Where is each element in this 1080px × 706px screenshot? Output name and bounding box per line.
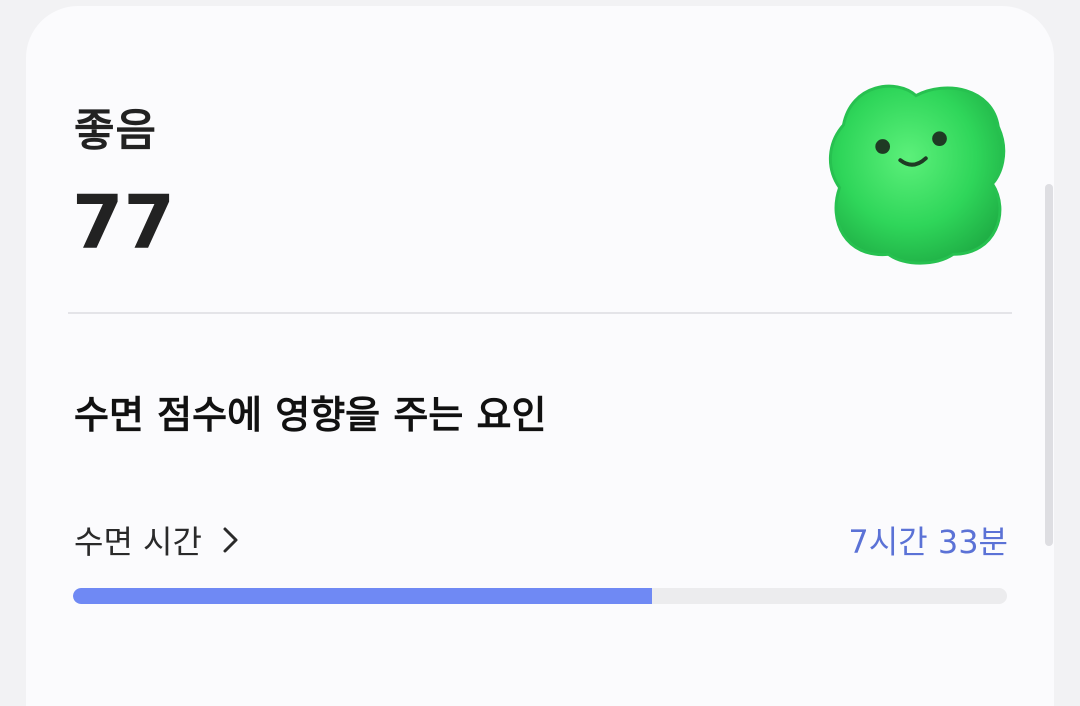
divider: [68, 312, 1012, 314]
factor-row-sleep-time[interactable]: 수면 시간 7시간 33분: [74, 512, 1008, 568]
chevron-right-icon: [223, 527, 238, 553]
scrollbar[interactable]: [1045, 184, 1053, 546]
progress-fill: [73, 588, 653, 604]
factor-label: 수면 시간: [74, 523, 202, 561]
sleep-score-value: 77: [72, 180, 175, 266]
sleep-time-progress-bar: [73, 588, 1007, 604]
factors-section-title: 수면 점수에 영향을 주는 요인: [74, 393, 547, 437]
green-clover-mascot-icon: [828, 84, 1006, 265]
factor-value: 7시간 33분: [848, 523, 1008, 561]
sleep-rating-label: 좋음: [74, 105, 157, 156]
factor-label-group[interactable]: 수면 시간: [74, 517, 242, 563]
